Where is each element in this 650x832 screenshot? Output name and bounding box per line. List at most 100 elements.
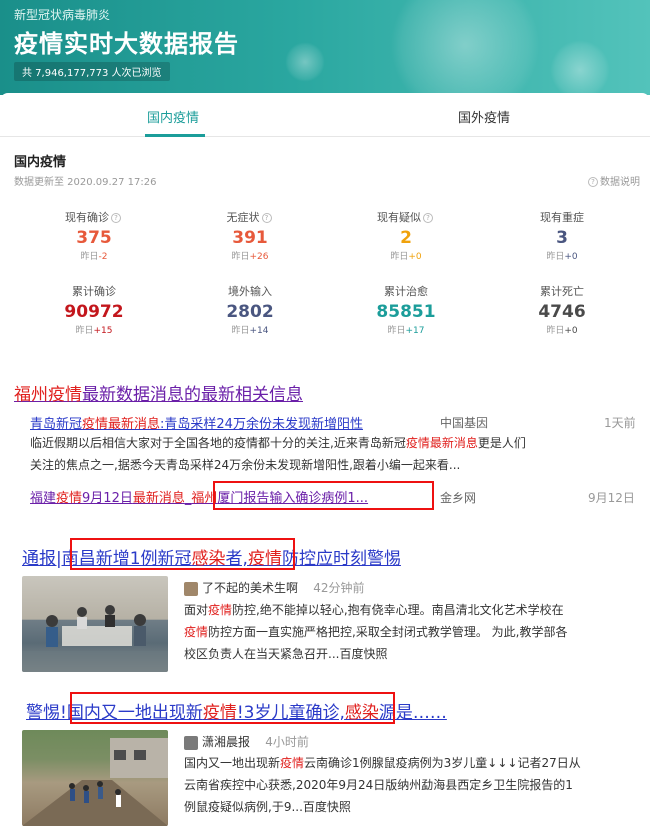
question-icon[interactable]: ? [111,213,121,223]
snippet-text: 例鼠疫疑似病例,于9...百度快照 [184,800,351,814]
stat-delta: 昨日+14 [190,323,310,336]
meeting-photo-icon [22,605,168,672]
virus-decoration-icon [285,42,325,82]
publish-time: 1天前 [604,416,636,430]
delta-value: +26 [249,252,269,262]
page: 新型冠状病毒肺炎 疫情实时大数据报告 共 7,946,177,773 人次已浏览… [0,0,650,832]
question-icon[interactable]: ? [261,213,272,223]
stat-label: 累计治愈 [384,285,428,298]
delta-value: +0 [564,252,578,262]
stat-value: 2802 [226,302,274,322]
delta-value: +0 [408,252,422,262]
delta-prefix: 昨日 [546,252,565,262]
snippet-text: 临近假期以后相信大家对于全国各地的疫情都十分的关注,近来青岛新冠 [30,436,406,450]
question-icon: ? [588,177,598,187]
section-title: 国内疫情 [14,155,67,170]
stat-delta: 昨日+0 [502,323,622,336]
result-link-qingdao[interactable]: 青岛新冠疫情最新消息:青岛采样24万余份未发现新增阳性 [30,413,363,432]
title-segment: 疫情 [56,491,83,506]
result-meta: 潇湘晨报 4小时前 [184,733,309,750]
delta-value: +14 [249,326,269,336]
title-segment: 福建 [30,491,57,506]
source-name: 金乡网 [440,491,477,505]
stat-label: 现有确诊 [65,211,109,224]
highlight-box [213,481,434,510]
title-segment: 青岛新冠 [30,417,83,432]
active-tab-indicator [145,134,205,137]
stat-label: 累计死亡 [540,285,584,298]
highlight-box [70,538,295,570]
result-snippet: 临近假期以后相信大家对于全国各地的疫情都十分的关注,近来青岛新冠疫情最新消息更是… [30,432,640,476]
result-title-fuzhou[interactable]: 福州疫情最新数据消息的最新相关信息 [14,380,303,405]
title-segment: 疫情 [48,385,82,405]
stat-delta: 昨日+26 [190,249,310,262]
author-avatar-icon [184,581,198,596]
snippet-text: 面对 [184,603,209,617]
title-segment: 9月12日 [82,491,133,506]
delta-prefix: 昨日 [546,326,565,336]
author-avatar-icon [184,735,198,750]
title-segment: 疫情最新消息 [82,417,161,432]
stat-total-confirmed: 累计确诊 90972 昨日+15 [34,283,154,336]
title-segment: 福州 [14,385,48,405]
publish-time: 42分钟前 [313,581,365,595]
meeting-photo-thumbnail[interactable] [22,576,168,672]
virus-decoration-icon [550,40,610,95]
street-photo-thumbnail[interactable] [22,730,168,826]
snippet-highlight: 疫情最新消息 [405,436,478,450]
delta-value: +15 [93,326,113,336]
stat-current-suspected: 现有疑似? 2 昨日+0 [346,209,466,262]
snippet-text: 校区负责人在当天紧急召开...百度快照 [184,647,388,661]
result-meta: 了不起的美术生啊 42分钟前 [184,579,365,596]
virus-decoration-icon [390,0,540,95]
epidemic-data-card: 国内疫情 国外疫情 国内疫情 数据更新至 2020.09.27 17:26 ? 数… [0,93,650,363]
stat-delta: 昨日-2 [34,249,154,262]
delta-prefix: 昨日 [80,252,99,262]
stat-asymptomatic: 无症状? 391 昨日+26 [190,209,310,262]
delta-value: +17 [405,326,425,336]
stat-label: 无症状 [226,211,260,224]
snippet-text: 云南省疾控中心获悉,2020年9月24日版纳州勐海县西定乡卫生院报告的1 [184,778,573,792]
tab-domestic[interactable]: 国内疫情 [147,107,199,126]
question-icon[interactable]: ? [423,213,433,223]
stat-delta: 昨日+0 [502,249,622,262]
report-banner[interactable]: 新型冠状病毒肺炎 疫情实时大数据报告 共 7,946,177,773 人次已浏览 [0,0,650,95]
stat-delta: 昨日+15 [34,323,154,336]
delta-value: -2 [98,252,108,262]
stat-label: 境外输入 [228,285,272,298]
stat-value: 85851 [376,302,436,322]
stat-value: 3 [556,228,568,248]
author-name[interactable]: 潇湘晨报 [202,735,250,749]
title-segment: 防控应时刻警惕 [281,549,401,569]
region-tabs: 国内疫情 国外疫情 [0,93,650,137]
title-segment: 最新数据消息的最新相关信息 [82,385,303,405]
result-snippet: 国内又一地出现新疫情云南确诊1例腺鼠疫病例为3岁儿童↓↓↓记者27日从 云南省疾… [184,752,646,818]
result-snippet: 面对疫情防控,绝不能掉以轻心,抱有侥幸心理。南昌清北文化艺术学校在 疫情防控方面… [184,599,646,665]
tab-foreign[interactable]: 国外疫情 [458,107,510,126]
view-count-badge: 共 7,946,177,773 人次已浏览 [14,62,170,81]
source-name: 中国基因 [440,416,489,430]
snippet-text: 国内又一地出现新 [184,756,281,770]
stat-label: 现有重症 [540,211,584,224]
stat-delta: 昨日+0 [346,249,466,262]
data-explanation-label: 数据说明 [600,177,640,188]
data-explanation-link[interactable]: ? 数据说明 [586,173,640,188]
publish-time: 9月12日 [588,491,635,505]
stat-label: 现有疑似 [377,211,421,224]
banner-subtitle: 新型冠状病毒肺炎 [14,8,111,22]
street-photo-icon [22,738,168,826]
highlight-box [70,692,395,724]
delta-prefix: 昨日 [231,252,250,262]
delta-prefix: 昨日 [231,326,250,336]
snippet-text: 防控,绝不能掉以轻心,抱有侥幸心理。南昌清北文化艺术学校在 [232,603,564,617]
delta-value: +0 [564,326,578,336]
stat-delta: 昨日+17 [346,323,466,336]
snippet-highlight: 疫情 [280,756,305,770]
author-name[interactable]: 了不起的美术生啊 [202,581,298,595]
snippet-highlight: 疫情 [208,603,233,617]
stat-value: 90972 [64,302,124,322]
snippet-highlight: 疫情 [184,625,209,639]
title-segment: :青岛采样24万余份未发现新增阳性 [160,417,363,432]
stat-current-confirmed: 现有确诊? 375 昨日-2 [34,209,154,262]
stat-value: 391 [232,228,268,248]
